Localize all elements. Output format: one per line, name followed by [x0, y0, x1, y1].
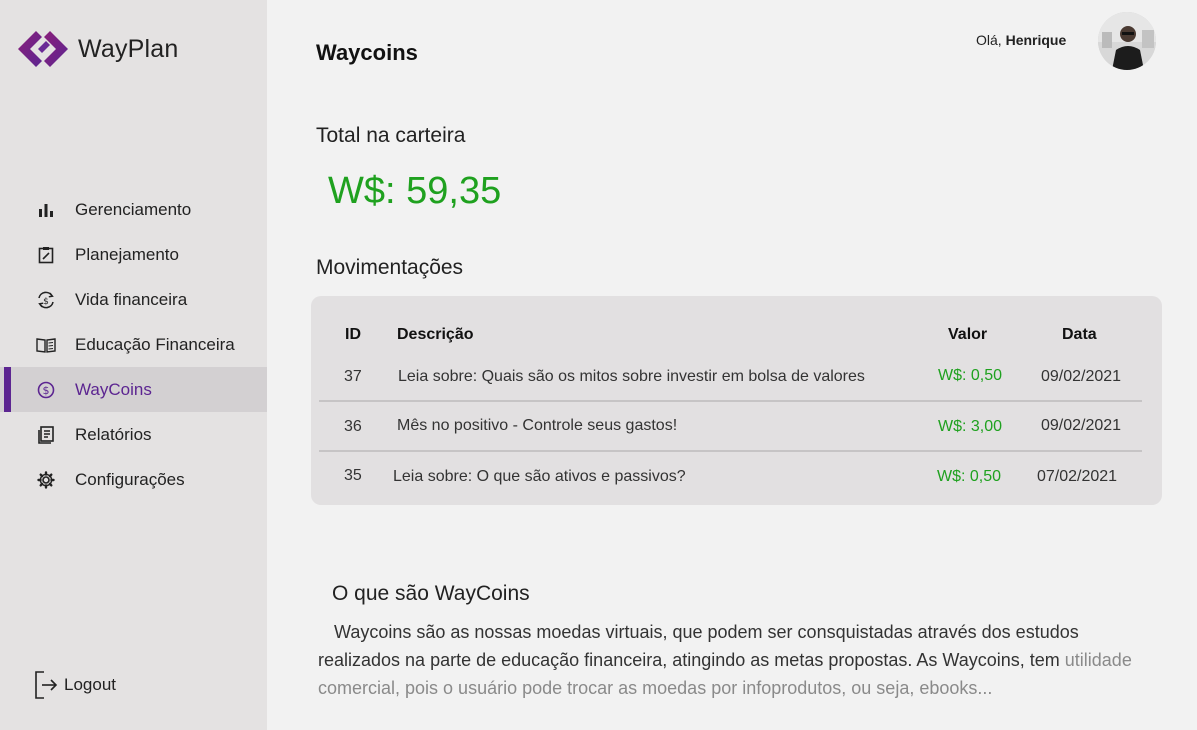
row-description: Mês no positivo - Controle seus gastos! — [397, 417, 678, 434]
sidebar-item-label: Configurações — [75, 469, 185, 489]
svg-text:$: $ — [43, 384, 50, 397]
row-date: 07/02/2021 — [1037, 468, 1118, 485]
brand-name: WayPlan — [78, 34, 179, 63]
sidebar-item-planejamento[interactable]: Planejamento — [0, 232, 267, 277]
column-header-id: ID — [345, 326, 361, 343]
sidebar-item-relatorios[interactable]: Relatórios — [0, 412, 267, 457]
wallet-label: Total na carteira — [316, 124, 466, 147]
logout-icon — [34, 670, 60, 700]
column-header-date: Data — [1062, 326, 1097, 343]
column-header-value: Valor — [948, 326, 988, 343]
column-header-description: Descrição — [397, 326, 474, 343]
wayplan-logo-icon — [18, 31, 68, 67]
row-description: Leia sobre: Quais são os mitos sobre inv… — [398, 368, 865, 385]
logout-button[interactable]: Logout — [34, 670, 116, 700]
coin-dollar-icon: $ — [36, 380, 56, 400]
row-divider — [319, 450, 1142, 452]
row-id: 36 — [344, 418, 362, 435]
row-value: W$: 0,50 — [937, 468, 1002, 485]
sidebar-item-label: Relatórios — [75, 424, 152, 444]
row-divider — [319, 400, 1142, 402]
report-icon — [36, 425, 56, 445]
row-id: 37 — [344, 368, 362, 385]
sidebar-item-educacao-financeira[interactable]: Educação Financeira — [0, 322, 267, 367]
sidebar-item-label: Gerenciamento — [75, 199, 192, 219]
sidebar-nav: Gerenciamento Planejamento $ Vida financ… — [0, 187, 267, 502]
svg-text:$: $ — [43, 297, 49, 307]
movements-heading: Movimentações — [316, 256, 464, 279]
sidebar-item-waycoins[interactable]: $ WayCoins — [0, 367, 267, 412]
sidebar-item-label: Educação Financeira — [75, 334, 235, 354]
open-book-icon — [36, 335, 56, 355]
about-text: Waycoins são as nossas moedas virtuais, … — [318, 618, 1148, 702]
about-heading: O que são WayCoins — [332, 582, 530, 605]
movements-table: ID Descrição Valor Data 37 Leia sobre: Q… — [311, 296, 1162, 505]
logout-label: Logout — [64, 675, 116, 694]
sidebar: WayPlan Gerenciamento Planejamento $ Vid… — [0, 0, 267, 730]
currency-cycle-icon: $ — [36, 290, 56, 310]
page-title: Waycoins — [316, 40, 418, 65]
user-greeting: Olá, Henrique — [976, 32, 1066, 48]
wallet-total: W$: 59,35 — [328, 170, 502, 212]
user-photo — [1098, 12, 1156, 70]
row-value: W$: 0,50 — [938, 367, 1003, 384]
sidebar-item-label: Vida financeira — [75, 289, 188, 309]
clipboard-edit-icon — [36, 245, 56, 265]
row-description: Leia sobre: O que são ativos e passivos? — [393, 468, 686, 485]
sidebar-item-vida-financeira[interactable]: $ Vida financeira — [0, 277, 267, 322]
about-text-main: Waycoins são as nossas moedas virtuais, … — [318, 622, 1079, 670]
sidebar-item-gerenciamento[interactable]: Gerenciamento — [0, 187, 267, 232]
sidebar-item-label: Planejamento — [75, 244, 179, 264]
row-id: 35 — [344, 467, 362, 484]
sidebar-item-label: WayCoins — [75, 379, 152, 399]
bar-chart-icon — [36, 200, 56, 220]
gear-icon — [36, 470, 56, 490]
greeting-prefix: Olá, — [976, 32, 1002, 48]
row-date: 09/02/2021 — [1041, 368, 1122, 385]
sidebar-item-configuracoes[interactable]: Configurações — [0, 457, 267, 502]
row-date: 09/02/2021 — [1041, 417, 1122, 434]
avatar[interactable] — [1098, 12, 1156, 70]
brand-logo[interactable]: WayPlan — [16, 27, 179, 71]
user-name: Henrique — [1005, 32, 1067, 48]
row-value: W$: 3,00 — [938, 418, 1003, 435]
